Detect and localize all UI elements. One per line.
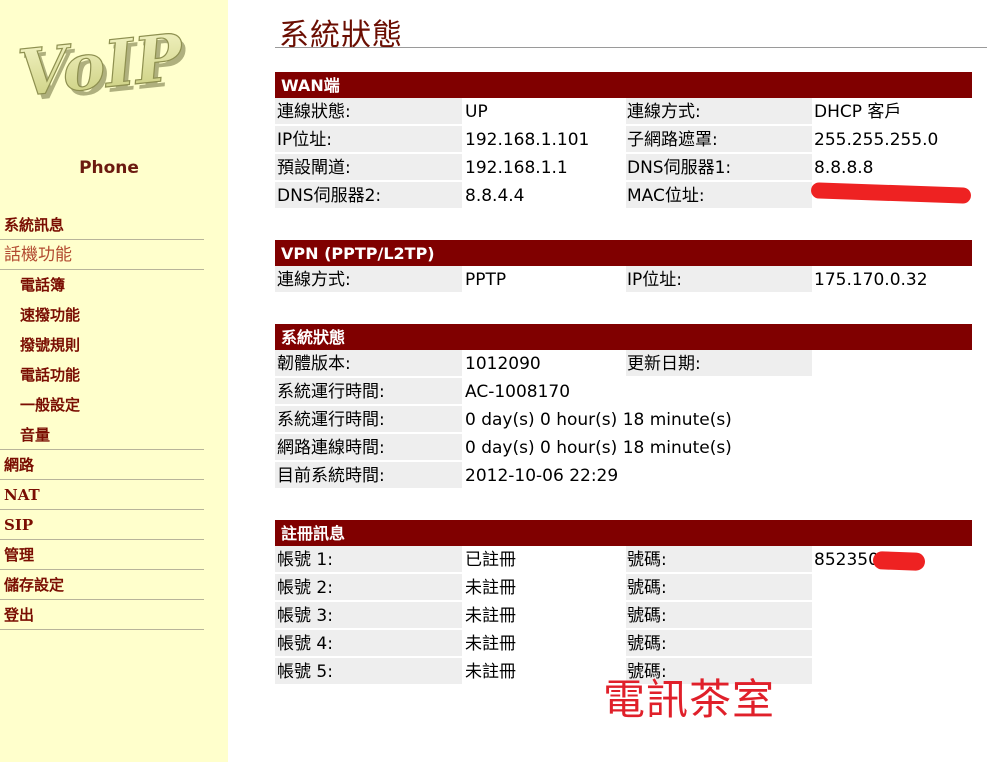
- system-value: 0 day(s) 0 hour(s) 18 minute(s): [465, 438, 732, 458]
- sidebar-item-4[interactable]: 撥號規則: [0, 330, 204, 360]
- vpn-label: 連線方式:: [275, 266, 462, 292]
- account-label: 帳號 1:: [275, 546, 462, 572]
- account-label-2: 號碼:: [626, 574, 812, 600]
- vpn-value-2: 175.170.0.32: [814, 270, 928, 290]
- title-divider: [275, 47, 987, 48]
- sidebar-item-9[interactable]: NAT: [0, 480, 204, 510]
- account-row: 帳號 2: 未註冊 號碼:: [275, 574, 972, 602]
- voip-logo-graphic: VoIP VoIP: [14, 22, 192, 102]
- account-value: 未註冊: [465, 578, 516, 598]
- wan-value: UP: [465, 102, 488, 122]
- account-label: 帳號 4:: [275, 630, 462, 656]
- sidebar-item-10[interactable]: SIP: [0, 510, 204, 540]
- system-label: 系統運行時間:: [275, 378, 462, 404]
- watermark-text: 電訊茶室: [603, 675, 776, 724]
- sidebar: VoIP VoIP Phone 系統訊息 話機功能 電話簿 速撥功能 撥號規則 電話功能一…: [0, 0, 228, 762]
- wan-label-2: MAC位址:: [626, 182, 812, 208]
- sidebar-item-5[interactable]: 電話功能: [0, 360, 204, 390]
- account-value-2: [814, 574, 972, 600]
- wan-value: 192.168.1.1: [465, 158, 568, 178]
- system-label: 系統運行時間:: [275, 406, 462, 432]
- system-label: 目前系統時間:: [275, 462, 462, 488]
- system-label: 網路連線時間:: [275, 434, 462, 460]
- wan-label-2: DNS伺服器1:: [626, 154, 812, 180]
- wan-row: 預設閘道: 192.168.1.1 DNS伺服器1: 8.8.8.8: [275, 154, 972, 182]
- registration-rows: 帳號 1: 已註冊 號碼: 852350 帳號 2: 未註冊 號碼: 帳號 3: 未註冊 號碼: 帳…: [275, 546, 972, 686]
- update-date-value: [814, 350, 972, 376]
- wan-label: 預設閘道:: [275, 154, 462, 180]
- firmware-label: 韌體版本:: [275, 350, 462, 376]
- wan-label: DNS伺服器2:: [275, 182, 462, 208]
- account-row: 帳號 4: 未註冊 號碼:: [275, 630, 972, 658]
- system-row: 網路連線時間: 0 day(s) 0 hour(s) 18 minute(s): [275, 434, 972, 462]
- wan-value-2: 255.255.255.0: [814, 130, 939, 150]
- vpn-header: VPN (PPTP/L2TP): [275, 240, 972, 266]
- device-label: Phone: [79, 158, 139, 178]
- firmware-value: 1012090: [465, 354, 541, 374]
- vpn-section: VPN (PPTP/L2TP) 連線方式: PPTP IP位址: 175.170.0.…: [275, 240, 972, 294]
- account-label: 帳號 3:: [275, 602, 462, 628]
- registration-header: 註冊訊息: [275, 520, 972, 546]
- account-value: 未註冊: [465, 606, 516, 626]
- sidebar-item-1[interactable]: 話機功能: [0, 240, 204, 270]
- sidebar-item-3[interactable]: 速撥功能: [0, 300, 204, 330]
- sidebar-item-11[interactable]: 管理: [0, 540, 204, 570]
- firmware-row: 韌體版本: 1012090 更新日期:: [275, 350, 972, 378]
- account-value-2: [814, 602, 972, 628]
- account-value: 未註冊: [465, 662, 516, 682]
- vpn-value: PPTP: [465, 270, 507, 290]
- sidebar-item-2[interactable]: 電話簿: [0, 270, 204, 300]
- account-label-2: 號碼:: [626, 602, 812, 628]
- wan-value-2: DHCP 客戶: [814, 102, 902, 122]
- system-value: AC-1008170: [465, 382, 571, 402]
- system-row: 目前系統時間: 2012-10-06 22:29: [275, 462, 972, 490]
- account-label-2: 號碼:: [626, 546, 812, 572]
- wan-label-2: 連線方式:: [626, 98, 812, 124]
- account-value-2: [814, 658, 972, 684]
- svg-text:VoIP: VoIP: [15, 22, 188, 102]
- registration-section: 註冊訊息 帳號 1: 已註冊 號碼: 852350 帳號 2: 未註冊 號碼: 帳號 3: 未註…: [275, 520, 972, 686]
- wan-section: WAN端 連線狀態: UP 連線方式: DHCP 客戶 IP位址: 192.168.1.1…: [275, 72, 972, 210]
- wan-value-2: 8.8.8.8: [814, 158, 874, 178]
- vpn-label-2: IP位址:: [626, 266, 812, 292]
- number-redaction: [872, 551, 926, 571]
- wan-header: WAN端: [275, 72, 972, 98]
- sidebar-item-7[interactable]: 音量: [0, 420, 204, 450]
- system-value: 0 day(s) 0 hour(s) 18 minute(s): [465, 410, 732, 430]
- wan-row: IP位址: 192.168.1.101 子網路遮罩: 255.255.255.0: [275, 126, 972, 154]
- system-value: 2012-10-06 22:29: [465, 466, 619, 486]
- sidebar-item-12[interactable]: 儲存設定: [0, 570, 204, 600]
- account-row: 帳號 1: 已註冊 號碼: 852350: [275, 546, 972, 574]
- system-row: 系統運行時間: 0 day(s) 0 hour(s) 18 minute(s): [275, 406, 972, 434]
- update-date-label: 更新日期:: [626, 350, 812, 376]
- voip-logo: VoIP VoIP: [14, 22, 214, 102]
- wan-label: IP位址:: [275, 126, 462, 152]
- wan-value: 8.8.4.4: [465, 186, 525, 206]
- wan-value: 192.168.1.101: [465, 130, 590, 150]
- system-rows: 系統運行時間: AC-1008170 系統運行時間: 0 day(s) 0 hour(…: [275, 378, 972, 490]
- wan-row: 連線狀態: UP 連線方式: DHCP 客戶: [275, 98, 972, 126]
- account-label: 帳號 2:: [275, 574, 462, 600]
- sidebar-nav: 系統訊息 話機功能 電話簿 速撥功能 撥號規則 電話功能 一般設定 音量 網路 NAT SIP 管理儲…: [0, 210, 204, 630]
- system-section: 系統狀態 韌體版本: 1012090 更新日期: 系統運行時間: AC-10081…: [275, 324, 972, 490]
- sidebar-item-6[interactable]: 一般設定: [0, 390, 204, 420]
- vpn-row: 連線方式: PPTP IP位址: 175.170.0.32: [275, 266, 972, 294]
- wan-label: 連線狀態:: [275, 98, 462, 124]
- sidebar-item-8[interactable]: 網路: [0, 450, 204, 480]
- account-row: 帳號 3: 未註冊 號碼:: [275, 602, 972, 630]
- account-label: 帳號 5:: [275, 658, 462, 684]
- account-value-2: [814, 630, 972, 656]
- system-header: 系統狀態: [275, 324, 972, 350]
- account-value: 已註冊: [465, 550, 516, 570]
- wan-label-2: 子網路遮罩:: [626, 126, 812, 152]
- sidebar-item-13[interactable]: 登出: [0, 600, 204, 630]
- vpn-rows: 連線方式: PPTP IP位址: 175.170.0.32: [275, 266, 972, 294]
- account-label-2: 號碼:: [626, 630, 812, 656]
- sidebar-item-0[interactable]: 系統訊息: [0, 210, 204, 240]
- system-row: 系統運行時間: AC-1008170: [275, 378, 972, 406]
- account-value: 未註冊: [465, 634, 516, 654]
